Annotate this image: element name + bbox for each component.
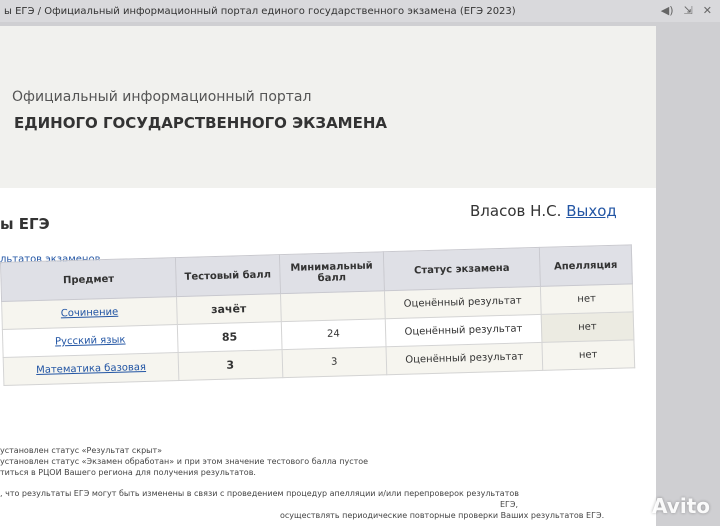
notes-block: установлен статус «Результат скрыт» уста…: [0, 445, 656, 521]
subject-link[interactable]: Русский язык: [55, 335, 126, 348]
portal-subtitle: Официальный информационный портал: [12, 89, 312, 105]
column-header-min-score: Минимальный балл: [278, 251, 385, 294]
browser-tab-title[interactable]: ы ЕГЭ / Официальный информационный порта…: [4, 6, 516, 17]
status-cell: Оценённый результат: [384, 286, 541, 319]
min-score-cell: [280, 290, 386, 322]
portal-header: [0, 26, 656, 188]
browser-tab-bar: ы ЕГЭ / Официальный информационный порта…: [0, 0, 720, 22]
note-line: установлен статус «Экзамен обработан» и …: [0, 457, 369, 466]
note-line: титься в РЦОИ Вашего региона для получен…: [0, 468, 256, 477]
results-table: Предмет Тестовый балл Минимальный балл С…: [0, 244, 635, 386]
score-cell: 3: [178, 349, 283, 381]
column-header-status: Статус экзамена: [383, 247, 541, 291]
score-cell: зачёт: [176, 293, 281, 325]
speaker-icon[interactable]: ◀): [661, 4, 674, 17]
min-score-cell: 24: [280, 318, 387, 350]
column-header-subject: Предмет: [0, 257, 177, 302]
note-line: установлен статус «Результат скрыт»: [0, 446, 163, 455]
subject-link[interactable]: Сочинение: [61, 307, 119, 320]
avito-watermark-text: Avito: [652, 494, 710, 518]
subject-link[interactable]: Математика базовая: [36, 362, 146, 376]
score-cell: 85: [177, 321, 282, 353]
subject-cell: Математика базовая: [3, 352, 179, 386]
tab-expand-icon[interactable]: ⇲: [684, 4, 693, 17]
column-header-appeal: Апелляция: [539, 244, 633, 287]
note-line: осуществлять периодические повторные про…: [280, 511, 605, 520]
portal-title: ЕДИНОГО ГОСУДАРСТВЕННОГО ЭКЗАМЕНА: [14, 114, 388, 132]
note-line: , что результаты ЕГЭ могут быть изменены…: [0, 489, 519, 498]
status-cell: Оценённый результат: [386, 342, 543, 375]
column-header-score: Тестовый балл: [175, 254, 281, 297]
user-name: Власов Н.С.: [470, 202, 562, 220]
status-cell: Оценённый результат: [385, 314, 542, 347]
avito-logo-icon: [613, 499, 649, 513]
min-score-cell: 3: [281, 346, 387, 378]
note-line: ЕГЭ,: [500, 500, 519, 509]
appeal-cell: нет: [540, 283, 634, 315]
user-block: Власов Н.С. Выход: [470, 202, 617, 220]
appeal-cell: нет: [541, 339, 635, 371]
close-icon[interactable]: ✕: [703, 4, 712, 17]
appeal-cell: нет: [540, 311, 634, 343]
logout-link[interactable]: Выход: [566, 202, 617, 220]
avito-watermark: Avito: [613, 494, 710, 518]
section-title: ы ЕГЭ: [0, 215, 50, 233]
